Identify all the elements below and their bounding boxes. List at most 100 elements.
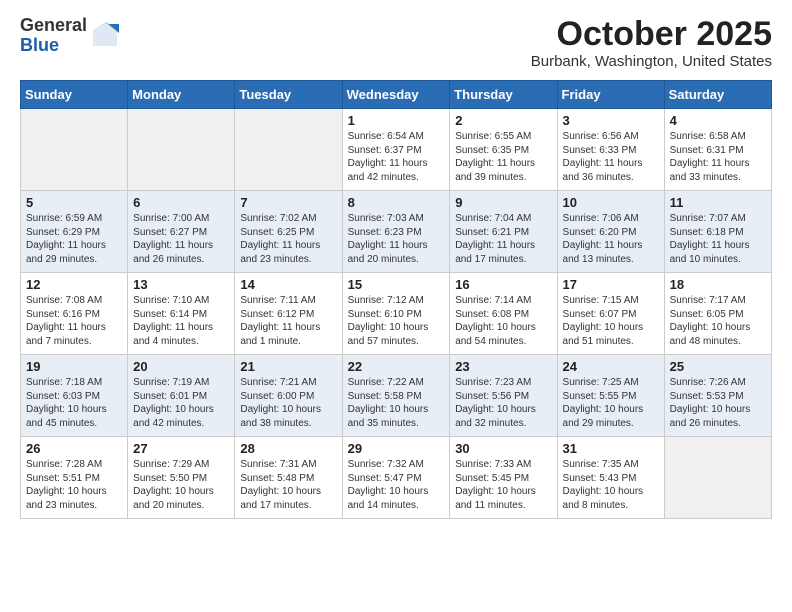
day-number: 8 bbox=[348, 195, 445, 210]
day-info: Sunrise: 7:03 AMSunset: 6:23 PMDaylight:… bbox=[348, 212, 445, 266]
day-cell: 16Sunrise: 7:14 AMSunset: 6:08 PMDayligh… bbox=[450, 273, 557, 355]
day-cell: 9Sunrise: 7:04 AMSunset: 6:21 PMDaylight… bbox=[450, 191, 557, 273]
day-number: 24 bbox=[563, 359, 659, 374]
day-number: 25 bbox=[670, 359, 766, 374]
title-block: October 2025 Burbank, Washington, United… bbox=[531, 16, 772, 70]
day-info: Sunrise: 7:07 AMSunset: 6:18 PMDaylight:… bbox=[670, 212, 766, 266]
day-info: Sunrise: 7:32 AMSunset: 5:47 PMDaylight:… bbox=[348, 458, 445, 512]
day-cell: 18 Sunrise: 7:17 AMSunset: 6:05 PMDayligh… bbox=[664, 273, 771, 355]
day-info: Sunrise: 6:54 AMSunset: 6:37 PMDaylight:… bbox=[348, 130, 445, 184]
day-info: Sunrise: 7:25 AMSunset: 5:55 PMDaylight:… bbox=[563, 376, 659, 430]
day-number: 18 bbox=[670, 277, 766, 292]
day-cell: 17 Sunrise: 7:15 AMSunset: 6:07 PMDayligh… bbox=[557, 273, 664, 355]
week-row-4: 19 Sunrise: 7:18 AMSunset: 6:03 PMDayligh… bbox=[21, 355, 772, 437]
day-info: Sunrise: 7:17 AMSunset: 6:05 PMDaylight:… bbox=[670, 294, 766, 348]
day-number: 13 bbox=[133, 277, 229, 292]
week-row-1: 1 Sunrise: 6:54 AMSunset: 6:37 PMDaylight… bbox=[21, 109, 772, 191]
logo: General Blue bbox=[20, 16, 119, 56]
day-number: 1 bbox=[348, 113, 445, 128]
day-info: Sunrise: 7:14 AMSunset: 6:08 PMDaylight:… bbox=[455, 294, 551, 348]
day-cell bbox=[235, 109, 342, 191]
logo-general: General bbox=[20, 16, 87, 36]
header-thursday: Thursday bbox=[450, 81, 557, 109]
day-info: Sunrise: 7:12 AMSunset: 6:10 PMDaylight:… bbox=[348, 294, 445, 348]
week-row-3: 12Sunrise: 7:08 AMSunset: 6:16 PMDayligh… bbox=[21, 273, 772, 355]
header: General Blue October 2025 Burbank, Washi… bbox=[20, 16, 772, 70]
day-info: Sunrise: 7:35 AMSunset: 5:43 PMDaylight:… bbox=[563, 458, 659, 512]
day-cell bbox=[21, 109, 128, 191]
day-number: 11 bbox=[670, 195, 766, 210]
day-cell: 22 Sunrise: 7:22 AMSunset: 5:58 PMDayligh… bbox=[342, 355, 450, 437]
day-info: Sunrise: 7:15 AMSunset: 6:07 PMDaylight:… bbox=[563, 294, 659, 348]
day-number: 27 bbox=[133, 441, 229, 456]
weekday-header-row: Sunday Monday Tuesday Wednesday Thursday… bbox=[21, 81, 772, 109]
day-number: 2 bbox=[455, 113, 551, 128]
day-info: Sunrise: 7:00 AMSunset: 6:27 PMDaylight:… bbox=[133, 212, 229, 266]
day-info: Sunrise: 6:59 AMSunset: 6:29 PMDaylight:… bbox=[26, 212, 122, 266]
day-info: Sunrise: 7:28 AMSunset: 5:51 PMDaylight:… bbox=[26, 458, 122, 512]
day-cell: 10 Sunrise: 7:06 AMSunset: 6:20 PMDayligh… bbox=[557, 191, 664, 273]
day-cell: 4 Sunrise: 6:58 AMSunset: 6:31 PMDaylight… bbox=[664, 109, 771, 191]
day-info: Sunrise: 7:33 AMSunset: 5:45 PMDaylight:… bbox=[455, 458, 551, 512]
day-number: 3 bbox=[563, 113, 659, 128]
day-number: 22 bbox=[348, 359, 445, 374]
day-number: 4 bbox=[670, 113, 766, 128]
month-title: October 2025 bbox=[531, 16, 772, 53]
location: Burbank, Washington, United States bbox=[531, 53, 772, 70]
day-cell: 2 Sunrise: 6:55 AMSunset: 6:35 PMDaylight… bbox=[450, 109, 557, 191]
day-number: 30 bbox=[455, 441, 551, 456]
logo-text: General Blue bbox=[20, 16, 87, 56]
logo-icon bbox=[91, 20, 119, 48]
day-cell: 3Sunrise: 6:56 AMSunset: 6:33 PMDaylight… bbox=[557, 109, 664, 191]
day-info: Sunrise: 6:58 AMSunset: 6:31 PMDaylight:… bbox=[670, 130, 766, 184]
day-cell: 1 Sunrise: 6:54 AMSunset: 6:37 PMDaylight… bbox=[342, 109, 450, 191]
day-number: 20 bbox=[133, 359, 229, 374]
day-number: 10 bbox=[563, 195, 659, 210]
day-cell: 20 Sunrise: 7:19 AMSunset: 6:01 PMDayligh… bbox=[128, 355, 235, 437]
day-info: Sunrise: 7:29 AMSunset: 5:50 PMDaylight:… bbox=[133, 458, 229, 512]
day-info: Sunrise: 7:26 AMSunset: 5:53 PMDaylight:… bbox=[670, 376, 766, 430]
day-info: Sunrise: 7:04 AMSunset: 6:21 PMDaylight:… bbox=[455, 212, 551, 266]
day-cell: 27 Sunrise: 7:29 AMSunset: 5:50 PMDayligh… bbox=[128, 437, 235, 519]
day-info: Sunrise: 6:55 AMSunset: 6:35 PMDaylight:… bbox=[455, 130, 551, 184]
week-row-5: 26 Sunrise: 7:28 AMSunset: 5:51 PMDayligh… bbox=[21, 437, 772, 519]
day-cell: 11 Sunrise: 7:07 AMSunset: 6:18 PMDayligh… bbox=[664, 191, 771, 273]
header-tuesday: Tuesday bbox=[235, 81, 342, 109]
day-number: 12 bbox=[26, 277, 122, 292]
calendar: Sunday Monday Tuesday Wednesday Thursday… bbox=[20, 80, 772, 519]
day-cell: 21Sunrise: 7:21 AMSunset: 6:00 PMDayligh… bbox=[235, 355, 342, 437]
day-info: Sunrise: 7:06 AMSunset: 6:20 PMDaylight:… bbox=[563, 212, 659, 266]
day-cell: 30 Sunrise: 7:33 AMSunset: 5:45 PMDayligh… bbox=[450, 437, 557, 519]
day-cell: 13Sunrise: 7:10 AMSunset: 6:14 PMDayligh… bbox=[128, 273, 235, 355]
day-info: Sunrise: 7:23 AMSunset: 5:56 PMDaylight:… bbox=[455, 376, 551, 430]
day-info: Sunrise: 7:18 AMSunset: 6:03 PMDaylight:… bbox=[26, 376, 122, 430]
day-number: 26 bbox=[26, 441, 122, 456]
day-info: Sunrise: 7:22 AMSunset: 5:58 PMDaylight:… bbox=[348, 376, 445, 430]
header-sunday: Sunday bbox=[21, 81, 128, 109]
day-info: Sunrise: 7:31 AMSunset: 5:48 PMDaylight:… bbox=[240, 458, 336, 512]
day-number: 5 bbox=[26, 195, 122, 210]
day-cell: 6 Sunrise: 7:00 AMSunset: 6:27 PMDaylight… bbox=[128, 191, 235, 273]
day-number: 6 bbox=[133, 195, 229, 210]
header-wednesday: Wednesday bbox=[342, 81, 450, 109]
day-number: 31 bbox=[563, 441, 659, 456]
day-cell: 28 Sunrise: 7:31 AMSunset: 5:48 PMDayligh… bbox=[235, 437, 342, 519]
day-cell: 15Sunrise: 7:12 AMSunset: 6:10 PMDayligh… bbox=[342, 273, 450, 355]
day-info: Sunrise: 7:19 AMSunset: 6:01 PMDaylight:… bbox=[133, 376, 229, 430]
day-cell: 25 Sunrise: 7:26 AMSunset: 5:53 PMDayligh… bbox=[664, 355, 771, 437]
day-cell: 31 Sunrise: 7:35 AMSunset: 5:43 PMDayligh… bbox=[557, 437, 664, 519]
page: General Blue October 2025 Burbank, Washi… bbox=[0, 0, 792, 535]
day-cell: 24 Sunrise: 7:25 AMSunset: 5:55 PMDayligh… bbox=[557, 355, 664, 437]
day-cell: 19 Sunrise: 7:18 AMSunset: 6:03 PMDayligh… bbox=[21, 355, 128, 437]
day-cell: 26 Sunrise: 7:28 AMSunset: 5:51 PMDayligh… bbox=[21, 437, 128, 519]
week-row-2: 5 Sunrise: 6:59 AMSunset: 6:29 PMDaylight… bbox=[21, 191, 772, 273]
day-cell: 29Sunrise: 7:32 AMSunset: 5:47 PMDayligh… bbox=[342, 437, 450, 519]
header-friday: Friday bbox=[557, 81, 664, 109]
day-cell: 12Sunrise: 7:08 AMSunset: 6:16 PMDayligh… bbox=[21, 273, 128, 355]
day-number: 19 bbox=[26, 359, 122, 374]
day-number: 23 bbox=[455, 359, 551, 374]
header-monday: Monday bbox=[128, 81, 235, 109]
day-cell: 5 Sunrise: 6:59 AMSunset: 6:29 PMDaylight… bbox=[21, 191, 128, 273]
day-number: 28 bbox=[240, 441, 336, 456]
day-number: 17 bbox=[563, 277, 659, 292]
